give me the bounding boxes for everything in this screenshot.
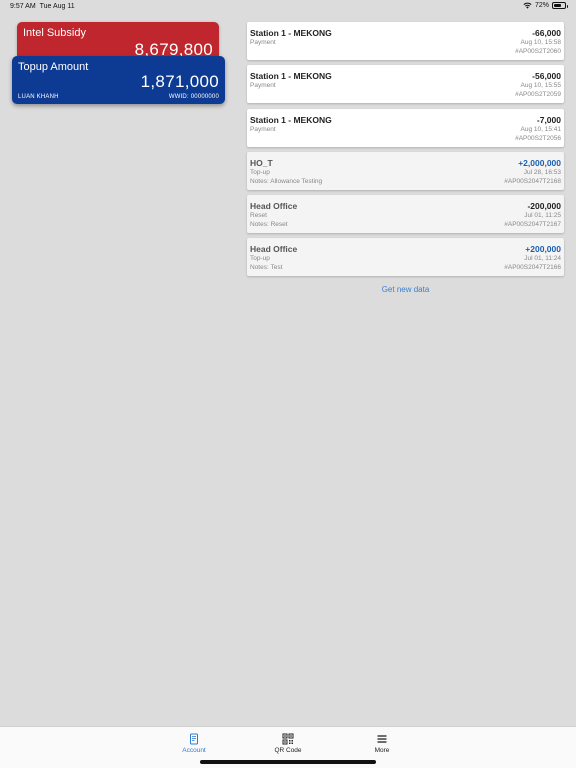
card-holder-name: LUAN KHANH xyxy=(18,94,59,100)
battery-fill xyxy=(554,4,562,7)
transaction-amount: -7,000 xyxy=(536,114,561,125)
tab-more-label: More xyxy=(374,747,390,754)
transaction-merchant: Station 1 - MEKONG xyxy=(250,71,332,82)
transaction-amount: -56,000 xyxy=(532,71,561,82)
tab-qr-code-label: QR Code xyxy=(274,747,302,754)
transaction-id: #AP00S2047T2167 xyxy=(504,221,561,229)
battery-icon xyxy=(552,2,568,9)
transaction-date: Jul 01, 11:24 xyxy=(524,255,561,263)
tab-more[interactable]: More xyxy=(362,733,402,754)
transaction-merchant: Station 1 - MEKONG xyxy=(250,114,332,125)
tab-account-label: Account xyxy=(182,747,206,754)
transaction-row[interactable]: Head Office Reset Notes: Reset -200,000 … xyxy=(247,195,564,234)
subsidy-label: Intel Subsidy xyxy=(23,27,86,39)
transaction-id: #AP00S2T2059 xyxy=(515,91,561,99)
tab-bar: Account QR Code More xyxy=(0,726,576,768)
transaction-type: Reset xyxy=(250,212,267,220)
transaction-notes: Notes: Allowance Testing xyxy=(250,177,323,185)
transaction-type: Payment xyxy=(250,82,276,90)
battery-percent: 72% xyxy=(534,2,549,9)
transaction-id: #AP00S2T2056 xyxy=(515,134,561,142)
status-date-text: Tue Aug 11 xyxy=(39,3,75,10)
get-new-data-link[interactable]: Get new data xyxy=(247,285,564,294)
menu-icon xyxy=(377,735,387,743)
transaction-amount: +200,000 xyxy=(525,244,561,255)
wifi-icon xyxy=(523,2,532,9)
card-wwid: WWID: 00000000 xyxy=(168,94,219,100)
transaction-amount: -200,000 xyxy=(527,201,561,212)
transaction-amount: -66,000 xyxy=(532,28,561,38)
transaction-date: Aug 10, 15:55 xyxy=(520,82,561,90)
transaction-id: #AP00S2T2060 xyxy=(515,48,561,55)
transaction-date: Jul 01, 11:25 xyxy=(524,212,561,220)
transaction-row[interactable]: HO_T Top-up Notes: Allowance Testing +2,… xyxy=(247,151,564,190)
transaction-notes: Notes: Reset xyxy=(250,221,288,229)
account-icon xyxy=(190,733,198,745)
status-bar: 9:57 AM Tue Aug 11 72% xyxy=(0,0,576,14)
transaction-date: Jul 28, 16:53 xyxy=(523,168,561,176)
tab-qr-code[interactable]: QR Code xyxy=(268,733,308,754)
transaction-merchant: HO_T xyxy=(250,157,273,168)
transaction-type: Top-up xyxy=(250,255,270,263)
status-time: 9:57 AM Tue Aug 11 xyxy=(10,3,75,10)
transaction-date: Aug 10, 15:41 xyxy=(520,125,561,133)
transaction-type: Payment xyxy=(250,125,276,133)
transaction-id: #AP00S2047T2166 xyxy=(504,264,561,272)
transaction-row[interactable]: Head Office Top-up Notes: Test +200,000 … xyxy=(247,238,564,277)
tab-account[interactable]: Account xyxy=(174,733,214,754)
transaction-type: Top-up xyxy=(250,168,270,176)
transaction-date: Aug 10, 15:58 xyxy=(520,39,561,46)
transaction-type: Payment xyxy=(250,39,276,46)
transaction-row[interactable]: Station 1 - MEKONG Payment -7,000 Aug 10… xyxy=(247,108,564,147)
transaction-merchant: Head Office xyxy=(250,244,298,255)
topup-amount: 1,871,000 xyxy=(140,72,219,91)
transaction-row[interactable]: Station 1 - MEKONG Payment -66,000 Aug 1… xyxy=(247,22,564,60)
transaction-id: #AP00S2047T2168 xyxy=(504,177,561,185)
transaction-notes: Notes: Test xyxy=(250,264,283,272)
transaction-list: Station 1 - MEKONG Payment -66,000 Aug 1… xyxy=(247,22,564,282)
qr-code-icon xyxy=(282,733,294,745)
status-time-text: 9:57 AM xyxy=(10,3,36,10)
transaction-merchant: Station 1 - MEKONG xyxy=(250,28,332,38)
status-right: 72% xyxy=(523,2,568,9)
transaction-row[interactable]: Station 1 - MEKONG Payment -56,000 Aug 1… xyxy=(247,65,564,104)
topup-label: Topup Amount xyxy=(18,61,89,73)
topup-card[interactable]: Topup Amount 1,871,000 LUAN KHANH WWID: … xyxy=(12,56,225,104)
transaction-amount: +2,000,000 xyxy=(518,157,561,168)
transaction-merchant: Head Office xyxy=(250,201,298,212)
home-indicator xyxy=(200,760,376,764)
